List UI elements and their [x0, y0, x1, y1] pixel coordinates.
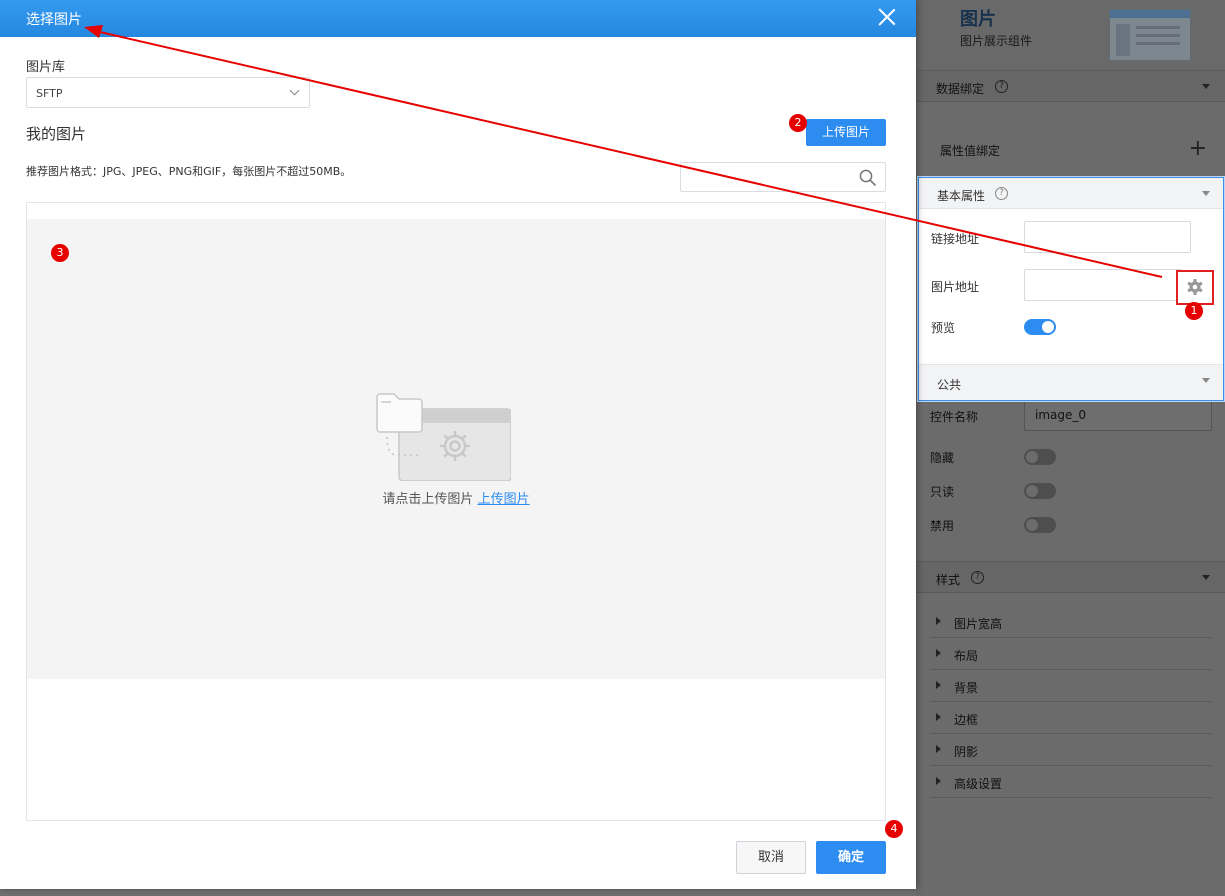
chevron-down-icon — [1202, 378, 1210, 383]
section-data-binding[interactable]: 数据绑定 ? — [916, 70, 1225, 102]
chevron-down-icon — [1202, 84, 1210, 89]
plus-icon[interactable]: + — [1189, 138, 1207, 160]
library-label: 图片库 — [26, 60, 66, 75]
annotation-marker-1: 1 — [1185, 302, 1203, 320]
basic-properties-panel: 基本属性 ? 链接地址 图片地址 预览 公共 — [918, 177, 1224, 401]
empty-state-message: 请点击上传图片 — [382, 492, 474, 507]
readonly-toggle[interactable] — [1024, 483, 1056, 499]
component-title: 图片 — [960, 9, 996, 30]
help-icon[interactable]: ? — [971, 571, 984, 584]
style-item-label: 高级设置 — [954, 777, 1003, 791]
property-panel: 图片 图片展示组件 数据绑定 ? 属性值绑定 + 控件名称 image_0 隐藏… — [916, 0, 1225, 896]
image-url-input[interactable] — [1024, 269, 1182, 301]
section-basic-properties[interactable]: 基本属性 ? — [919, 178, 1223, 209]
preview-label: 预览 — [931, 321, 956, 335]
section-label: 数据绑定 — [936, 82, 985, 96]
folder-gear-icon — [376, 393, 511, 481]
gear-icon — [1187, 279, 1203, 295]
control-name-label: 控件名称 — [930, 410, 979, 424]
component-subtitle: 图片展示组件 — [960, 34, 1033, 48]
style-item-label: 背景 — [954, 681, 979, 695]
library-selected-value: SFTP — [36, 87, 63, 100]
caret-right-icon — [936, 745, 941, 753]
section-label: 基本属性 — [937, 189, 986, 203]
my-images-title: 我的图片 — [26, 125, 87, 143]
search-input[interactable] — [681, 163, 851, 191]
caret-right-icon — [936, 713, 941, 721]
image-url-label: 图片地址 — [931, 280, 980, 294]
upload-image-button[interactable]: 上传图片 — [806, 119, 886, 146]
style-item-layout[interactable]: 布局 — [930, 638, 1212, 670]
hidden-toggle[interactable] — [1024, 449, 1056, 465]
format-hint: 推荐图片格式：JPG、JPEG、PNG和GIF，每张图片不超过50MB。 — [26, 165, 352, 178]
section-label: 公共 — [937, 378, 962, 392]
disabled-label: 禁用 — [930, 519, 955, 533]
search-icon[interactable] — [859, 169, 876, 186]
component-thumbnail-icon — [1109, 9, 1191, 61]
caret-right-icon — [936, 681, 941, 689]
image-gallery: 请点击上传图片 上传图片 — [26, 202, 886, 821]
empty-upload-area[interactable]: 请点击上传图片 上传图片 — [27, 219, 885, 679]
link-input[interactable] — [1024, 221, 1191, 253]
empty-state-text: 请点击上传图片 上传图片 — [27, 488, 885, 507]
style-item-label: 边框 — [954, 713, 979, 727]
dialog-header: 选择图片 — [0, 0, 916, 37]
library-select[interactable]: SFTP — [26, 77, 310, 108]
hidden-label: 隐藏 — [930, 451, 955, 465]
style-item-label: 布局 — [954, 649, 979, 663]
section-public[interactable]: 公共 — [919, 364, 1223, 400]
style-item-size[interactable]: 图片宽高 — [930, 606, 1212, 638]
caret-right-icon — [936, 649, 941, 657]
style-item-shadow[interactable]: 阴影 — [930, 734, 1212, 766]
style-item-background[interactable]: 背景 — [930, 670, 1212, 702]
chevron-down-icon — [289, 85, 300, 96]
chevron-down-icon — [1202, 575, 1210, 580]
annotation-marker-3: 3 — [51, 244, 69, 262]
section-style[interactable]: 样式 ? — [916, 561, 1225, 593]
annotation-marker-4: 4 — [885, 820, 903, 838]
dialog-title: 选择图片 — [26, 12, 82, 28]
style-item-label: 阴影 — [954, 745, 979, 759]
image-picker-button[interactable] — [1176, 270, 1214, 305]
style-item-label: 图片宽高 — [954, 617, 1003, 631]
close-icon[interactable] — [878, 8, 896, 26]
style-item-advanced[interactable]: 高级设置 — [930, 766, 1212, 798]
help-icon[interactable]: ? — [995, 80, 1008, 93]
readonly-label: 只读 — [930, 485, 955, 499]
select-image-dialog: 选择图片 图片库 SFTP 我的图片 上传图片 推荐图片格式：JPG、JPEG、… — [0, 0, 916, 889]
help-icon[interactable]: ? — [995, 187, 1008, 200]
attr-binding-label: 属性值绑定 — [940, 144, 1001, 158]
disabled-toggle[interactable] — [1024, 517, 1056, 533]
confirm-button[interactable]: 确定 — [816, 841, 886, 874]
chevron-down-icon — [1202, 191, 1210, 196]
component-header: 图片 图片展示组件 — [916, 0, 1225, 70]
caret-right-icon — [936, 617, 941, 625]
style-item-border[interactable]: 边框 — [930, 702, 1212, 734]
cancel-button[interactable]: 取消 — [736, 841, 806, 874]
annotation-marker-2: 2 — [789, 114, 807, 132]
caret-right-icon — [936, 777, 941, 785]
preview-toggle[interactable] — [1024, 319, 1056, 335]
search-field[interactable] — [680, 162, 886, 192]
section-label: 样式 — [936, 573, 961, 587]
control-name-input[interactable]: image_0 — [1024, 399, 1212, 431]
link-label: 链接地址 — [931, 232, 980, 246]
empty-upload-link[interactable]: 上传图片 — [478, 492, 530, 507]
